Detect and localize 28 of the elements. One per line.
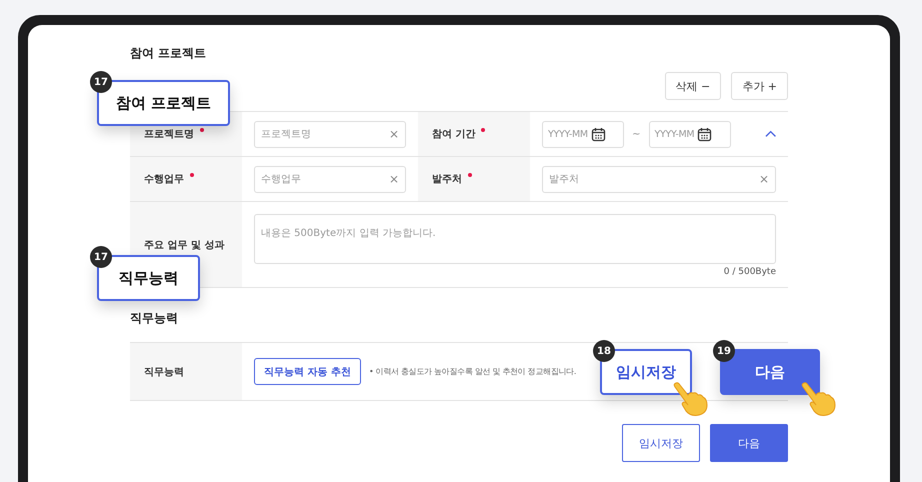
date-field[interactable]: YYYY-MM bbox=[648, 120, 731, 148]
input-field[interactable]: 발주처 × bbox=[542, 166, 776, 192]
action-button[interactable]: 추가 + bbox=[731, 72, 788, 100]
calendar-icon[interactable] bbox=[590, 126, 606, 142]
text-area[interactable]: 내용은 500Byte까지 입력 가능합니다. bbox=[254, 214, 776, 264]
action-button[interactable]: 삭제 − bbox=[664, 72, 722, 100]
byte-counter: 0 / 500Byte bbox=[724, 267, 776, 277]
field-label: 참여 기간 bbox=[432, 128, 476, 141]
date-field[interactable]: YYYY-MM bbox=[542, 120, 624, 148]
field-label: 주요 업무 및 성과 bbox=[144, 238, 224, 252]
range-separator: ~ bbox=[632, 128, 641, 140]
calendar-icon[interactable] bbox=[697, 126, 712, 142]
input-field[interactable]: 수행업무 × bbox=[254, 166, 406, 192]
clear-icon[interactable]: × bbox=[758, 172, 769, 186]
section-title: 직무능력 bbox=[130, 310, 179, 327]
save-button[interactable]: 임시저장 bbox=[622, 424, 700, 462]
field-label: 수행업무 bbox=[144, 173, 184, 186]
section-title: 참여 프로젝트 bbox=[130, 45, 208, 62]
clear-icon[interactable]: × bbox=[388, 172, 399, 186]
input-field[interactable]: 프로젝트명 × bbox=[254, 120, 406, 148]
collapse-icon[interactable] bbox=[764, 130, 776, 138]
next-button[interactable]: 다음 bbox=[710, 424, 788, 462]
field-label: 직무능력 bbox=[144, 366, 184, 378]
clear-icon[interactable]: × bbox=[388, 127, 399, 141]
field-label: 발주처 bbox=[432, 173, 462, 186]
help-text: • 이력서 충실도가 높아질수록 알선 및 추천이 정교해집니다. bbox=[368, 366, 576, 377]
recommend-button[interactable]: 직무능력 자동 추천 bbox=[254, 358, 361, 385]
field-label: 프로젝트명 bbox=[144, 128, 194, 141]
